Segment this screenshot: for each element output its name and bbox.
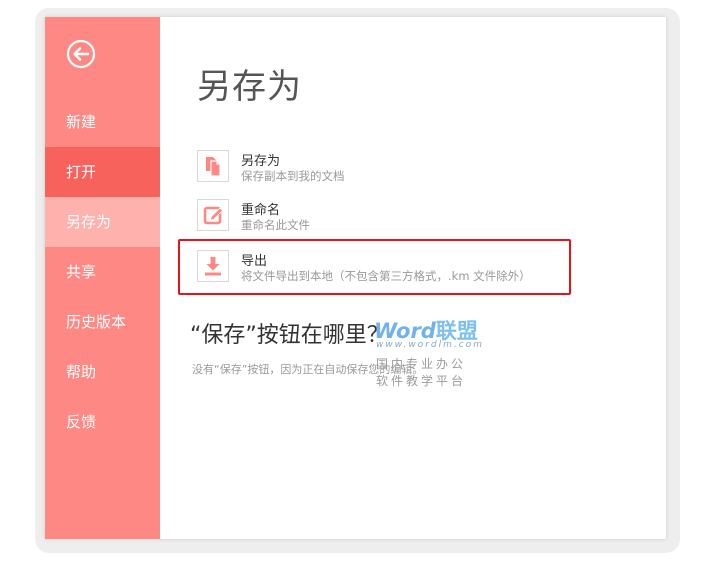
- option-save-as[interactable]: 另存为 保存副本到我的文档: [197, 150, 527, 190]
- sidebar-item-open[interactable]: 打开: [45, 147, 160, 197]
- sidebar-item-feedback[interactable]: 反馈: [45, 397, 160, 447]
- copy-file-icon: [197, 150, 229, 182]
- sidebar-item-help[interactable]: 帮助: [45, 347, 160, 397]
- watermark-url: www.wordlm.com: [376, 340, 484, 350]
- save-button-question: “保存”按钮在哪里？: [190, 323, 389, 348]
- export-highlight-frame: [178, 239, 571, 295]
- sidebar-item-save-as[interactable]: 另存为: [45, 197, 160, 247]
- sidebar: 新建 打开 另存为 共享 历史版本 帮助 反馈: [45, 17, 160, 539]
- save-as-window: 新建 打开 另存为 共享 历史版本 帮助 反馈 另存为 另存为 保存副本到我的文…: [45, 17, 666, 539]
- watermark-slogan-2: 软件教学平台: [376, 374, 467, 388]
- option-title: 重命名: [241, 203, 281, 218]
- sidebar-item-history[interactable]: 历史版本: [45, 297, 160, 347]
- sidebar-item-new[interactable]: 新建: [45, 97, 160, 147]
- option-title: 另存为: [241, 154, 281, 169]
- option-description: 重命名此文件: [241, 218, 310, 232]
- watermark-logo: Word联盟 www.wordlm.com 国内专业办公 软件教学平台: [374, 315, 484, 395]
- page-title: 另存为: [197, 67, 302, 107]
- main-panel: 另存为 另存为 保存副本到我的文档 重命名 重命名此文件 导出 将文件导出到本地…: [160, 17, 666, 539]
- option-description: 保存副本到我的文档: [241, 169, 345, 183]
- edit-icon: [197, 199, 229, 231]
- sidebar-item-share[interactable]: 共享: [45, 247, 160, 297]
- back-arrow-icon[interactable]: [65, 38, 97, 70]
- option-rename[interactable]: 重命名 重命名此文件: [197, 199, 527, 239]
- watermark-slogan-1: 国内专业办公: [376, 357, 467, 371]
